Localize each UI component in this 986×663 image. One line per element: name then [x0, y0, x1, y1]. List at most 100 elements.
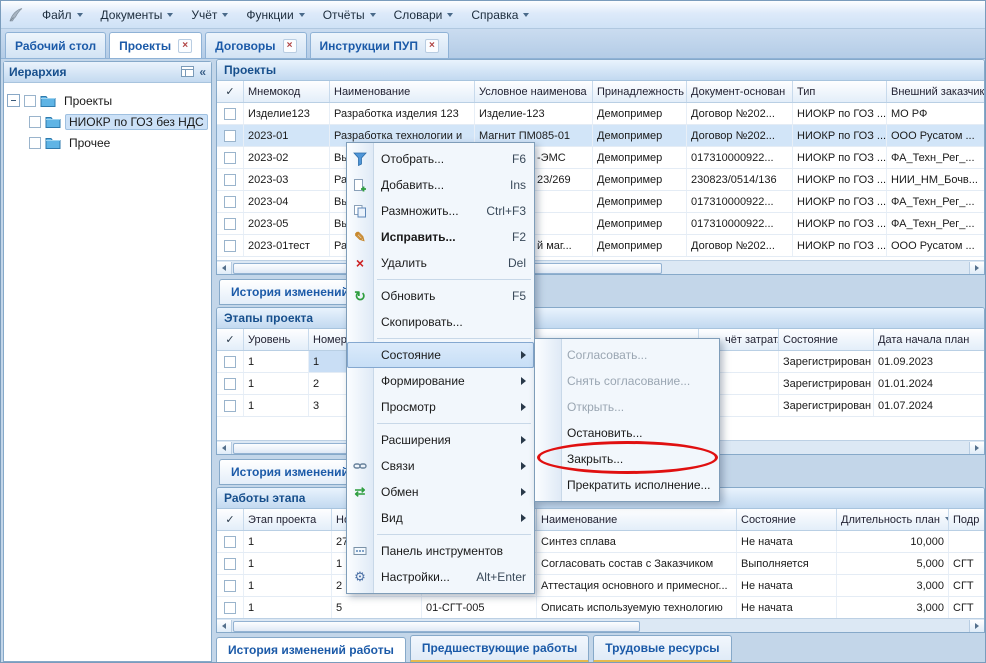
row-checkbox[interactable]	[224, 378, 236, 390]
table-row[interactable]: 1 27 Синтез сплава Не начата 10,000	[217, 531, 984, 553]
check-column-header[interactable]: ✓	[217, 329, 244, 350]
tree-item-projects[interactable]: Проекты	[7, 90, 208, 111]
tree-checkbox[interactable]	[24, 95, 36, 107]
table-row[interactable]: 2023-05 Вып Демопример 017310000922... Н…	[217, 213, 984, 235]
row-checkbox[interactable]	[224, 130, 236, 142]
row-checkbox[interactable]	[224, 602, 236, 614]
menu-dictionaries[interactable]: Словари	[385, 5, 463, 25]
cell-customer: ФА_Техн_Рег_...	[887, 191, 984, 212]
menu-item-settings[interactable]: ⚙ Настройки... Alt+Enter	[347, 564, 534, 590]
menu-item-view[interactable]: Вид	[347, 505, 534, 531]
row-checkbox[interactable]	[224, 196, 236, 208]
table-row-selected[interactable]: 2023-01 Разработка технологии и Магнит П…	[217, 125, 984, 147]
horizontal-scrollbar[interactable]	[217, 260, 984, 274]
tab-projects[interactable]: Проекты×	[109, 32, 202, 58]
find-panel-icon[interactable]	[181, 66, 194, 78]
menu-item-toolbar[interactable]: Панель инструментов	[347, 538, 534, 564]
menu-help[interactable]: Справка	[462, 5, 538, 25]
row-checkbox[interactable]	[224, 400, 236, 412]
menu-accounting[interactable]: Учёт	[182, 5, 237, 25]
column-header[interactable]: Подр	[949, 509, 984, 530]
table-row[interactable]: Изделие123 Разработка изделия 123 Издели…	[217, 103, 984, 125]
column-header[interactable]: Состояние	[737, 509, 837, 530]
table-row[interactable]: 2023-04 Вып Демопример 017310000922... Н…	[217, 191, 984, 213]
row-checkbox[interactable]	[224, 108, 236, 120]
menu-item-state[interactable]: Состояние	[347, 342, 534, 368]
row-checkbox[interactable]	[224, 174, 236, 186]
menu-item-delete[interactable]: × Удалить Del	[347, 250, 534, 276]
column-header[interactable]: Принадлежность	[593, 81, 687, 102]
close-icon[interactable]: ×	[283, 39, 297, 53]
scroll-left-icon[interactable]	[217, 620, 232, 632]
tab-predecessor-works[interactable]: Предшествующие работы	[410, 635, 589, 663]
column-header-sorted[interactable]: Длительность план	[837, 509, 949, 530]
scroll-right-icon[interactable]	[969, 262, 984, 274]
row-checkbox[interactable]	[224, 558, 236, 570]
close-icon[interactable]: ×	[425, 39, 439, 53]
table-row[interactable]: 1 2 Аттестация основного и примесног... …	[217, 575, 984, 597]
menu-documents[interactable]: Документы	[92, 5, 183, 25]
column-header[interactable]: Тип	[793, 81, 887, 102]
row-checkbox[interactable]	[224, 218, 236, 230]
tab-instructions[interactable]: Инструкции ПУП×	[310, 32, 449, 58]
tree-item-niokr[interactable]: НИОКР по ГОЗ без НДС	[7, 111, 208, 132]
scroll-right-icon[interactable]	[969, 442, 984, 454]
column-header[interactable]: Мнемокод	[244, 81, 330, 102]
submenu-item-close[interactable]: Закрыть...	[535, 446, 719, 472]
tree-item-other[interactable]: Прочее	[7, 132, 208, 153]
table-row[interactable]: 2023-01тест Разр й маг... Демопример Дог…	[217, 235, 984, 257]
close-icon[interactable]: ×	[178, 39, 192, 53]
column-header[interactable]: Наименование	[537, 509, 737, 530]
menu-file[interactable]: Файл	[33, 5, 92, 25]
menu-item-formation[interactable]: Формирование	[347, 368, 534, 394]
scroll-left-icon[interactable]	[217, 442, 232, 454]
collapse-node-icon[interactable]	[7, 94, 20, 107]
menu-item-exchange[interactable]: ⇄ Обмен	[347, 479, 534, 505]
scroll-left-icon[interactable]	[217, 262, 232, 274]
tab-contracts[interactable]: Договоры×	[205, 32, 306, 58]
cell-document: 017310000922...	[687, 191, 793, 212]
table-row[interactable]: 2023-03 Разр 23/269 Демопример 230823/05…	[217, 169, 984, 191]
check-column-header[interactable]: ✓	[217, 509, 244, 530]
menu-item-extensions[interactable]: Расширения	[347, 427, 534, 453]
horizontal-scrollbar[interactable]	[217, 618, 984, 632]
column-header[interactable]: Этап проекта	[244, 509, 332, 530]
menu-item-copy[interactable]: Скопировать...	[347, 309, 534, 335]
cell-duration: 3,000	[837, 575, 949, 596]
scroll-right-icon[interactable]	[969, 620, 984, 632]
row-checkbox[interactable]	[224, 240, 236, 252]
tab-labor-resources[interactable]: Трудовые ресурсы	[593, 635, 731, 663]
menu-functions[interactable]: Функции	[237, 5, 313, 25]
menu-item-duplicate[interactable]: Размножить... Ctrl+F3	[347, 198, 534, 224]
menu-item-add[interactable]: Добавить... Ins	[347, 172, 534, 198]
menu-item-refresh[interactable]: ↻ Обновить F5	[347, 283, 534, 309]
column-header[interactable]: Уровень	[244, 329, 309, 350]
column-header[interactable]: Состояние	[779, 329, 874, 350]
tab-work-history[interactable]: История изменений работы	[216, 637, 406, 663]
row-checkbox[interactable]	[224, 152, 236, 164]
row-checkbox[interactable]	[224, 536, 236, 548]
tree-checkbox[interactable]	[29, 137, 41, 149]
check-column-header[interactable]: ✓	[217, 81, 244, 102]
column-header[interactable]: Условное наименова	[475, 81, 593, 102]
scrollbar-thumb[interactable]	[233, 621, 640, 632]
menu-item-filter[interactable]: Отобрать... F6	[347, 146, 534, 172]
menu-reports[interactable]: Отчёты	[314, 5, 385, 25]
table-row[interactable]: 1 1 Согласовать состав с Заказчиком Выпо…	[217, 553, 984, 575]
menu-item-links[interactable]: Связи	[347, 453, 534, 479]
table-row[interactable]: 2023-02 Вып -ЭМС Демопример 017310000922…	[217, 147, 984, 169]
column-header[interactable]: Внешний заказчик	[887, 81, 984, 102]
column-header[interactable]: Документ-основан	[687, 81, 793, 102]
menu-item-edit[interactable]: ✎ Исправить... F2	[347, 224, 534, 250]
submenu-item-terminate[interactable]: Прекратить исполнение...	[535, 472, 719, 498]
column-header[interactable]: Наименование	[330, 81, 475, 102]
row-checkbox[interactable]	[224, 580, 236, 592]
table-row[interactable]: 1 5 01-СГТ-005 Описать используемую техн…	[217, 597, 984, 619]
tree-checkbox[interactable]	[29, 116, 41, 128]
column-header[interactable]: Дата начала план	[874, 329, 984, 350]
collapse-panel-icon[interactable]: «	[199, 65, 206, 79]
row-checkbox[interactable]	[224, 356, 236, 368]
tab-desktop[interactable]: Рабочий стол	[5, 32, 106, 58]
menu-item-view-mode[interactable]: Просмотр	[347, 394, 534, 420]
submenu-item-stop[interactable]: Остановить...	[535, 420, 719, 446]
